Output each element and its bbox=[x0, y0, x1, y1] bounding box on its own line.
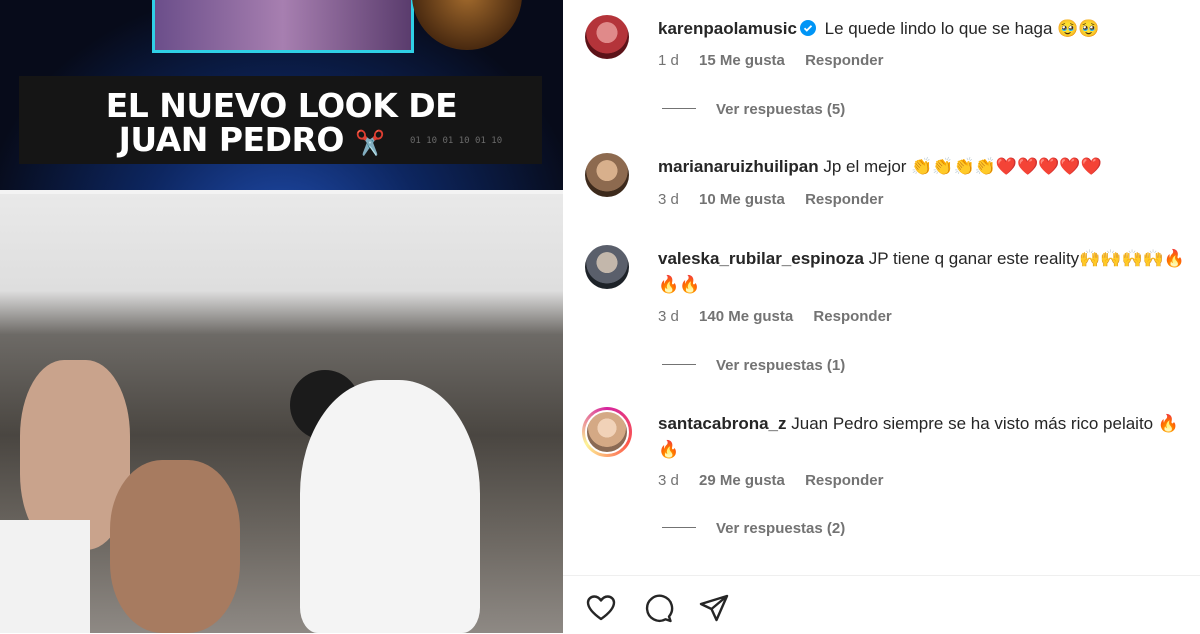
comment-meta: 3 d 10 Me gusta Responder bbox=[658, 191, 899, 208]
comment-meta: 1 d 15 Me gusta Responder bbox=[658, 52, 899, 69]
comment-time[interactable]: 3 d bbox=[658, 191, 679, 208]
comment-username[interactable]: marianaruizhuilipan bbox=[658, 157, 819, 176]
comment-likes[interactable]: 15 Me gusta bbox=[699, 52, 785, 69]
comment-username[interactable]: santacabrona_z bbox=[658, 414, 787, 433]
comment-text-block: marianaruizhuilipan Jp el mejor 👏👏👏👏❤️❤️… bbox=[658, 154, 1198, 180]
avatar-story-ring[interactable] bbox=[582, 407, 632, 457]
heart-icon[interactable] bbox=[585, 592, 617, 624]
share-icon[interactable] bbox=[698, 592, 730, 624]
view-replies-button[interactable]: Ver respuestas (1) bbox=[716, 357, 845, 374]
comment-time[interactable]: 3 d bbox=[658, 308, 679, 325]
binary-decoration: 01 10 01 10 01 10 bbox=[410, 136, 503, 146]
comment-meta: 3 d 140 Me gusta Responder bbox=[658, 308, 908, 325]
reply-button[interactable]: Responder bbox=[813, 308, 891, 325]
comment-likes[interactable]: 140 Me gusta bbox=[699, 308, 793, 325]
scissors-emoji: ✂️ bbox=[354, 129, 385, 157]
planet-graphic bbox=[412, 0, 522, 50]
avatar bbox=[585, 410, 629, 454]
view-replies-button[interactable]: Ver respuestas (5) bbox=[716, 101, 845, 118]
reply-button[interactable]: Responder bbox=[805, 472, 883, 489]
view-replies-button[interactable]: Ver respuestas (2) bbox=[716, 520, 845, 537]
woman-white-dress bbox=[300, 380, 480, 633]
comment-username[interactable]: valeska_rubilar_espinoza bbox=[658, 249, 864, 268]
comment-text-block: santacabrona_z Juan Pedro siempre se ha … bbox=[658, 411, 1198, 463]
comment-body: Jp el mejor 👏👏👏👏❤️❤️❤️❤️❤️ bbox=[823, 157, 1102, 176]
comment-time[interactable]: 1 d bbox=[658, 52, 679, 69]
comment-body: Le quede lindo lo que se haga 🥹🥹 bbox=[824, 19, 1100, 38]
reply-button[interactable]: Responder bbox=[805, 191, 883, 208]
comment-text-block: karenpaolamusic Le quede lindo lo que se… bbox=[658, 16, 1198, 42]
avatar[interactable] bbox=[585, 15, 629, 59]
comment-time[interactable]: 3 d bbox=[658, 472, 679, 489]
avatar[interactable] bbox=[585, 245, 629, 289]
video-frame-top: EL NUEVO LOOK DE JUAN PEDRO ✂️ 01 10 01 … bbox=[0, 0, 563, 190]
comment-likes[interactable]: 29 Me gusta bbox=[699, 472, 785, 489]
post-actions-bar bbox=[563, 575, 1200, 634]
verified-badge-icon bbox=[799, 20, 816, 36]
banner-line-2-text: JUAN PEDRO bbox=[118, 120, 345, 159]
person-seated bbox=[110, 460, 240, 633]
reply-button[interactable]: Responder bbox=[805, 52, 883, 69]
comments-panel[interactable]: karenpaolamusic Le quede lindo lo que se… bbox=[563, 0, 1200, 575]
comment-username[interactable]: karenpaolamusic bbox=[658, 19, 797, 38]
avatar[interactable] bbox=[585, 153, 629, 197]
comment-text-block: valeska_rubilar_espinoza JP tiene q gana… bbox=[658, 246, 1198, 298]
inset-thumbnail bbox=[152, 0, 414, 53]
white-pants bbox=[0, 520, 90, 633]
post-media[interactable]: EL NUEVO LOOK DE JUAN PEDRO ✂️ 01 10 01 … bbox=[0, 0, 563, 633]
comment-meta: 3 d 29 Me gusta Responder bbox=[658, 472, 899, 489]
comment-likes[interactable]: 10 Me gusta bbox=[699, 191, 785, 208]
comment-icon[interactable] bbox=[642, 592, 674, 624]
